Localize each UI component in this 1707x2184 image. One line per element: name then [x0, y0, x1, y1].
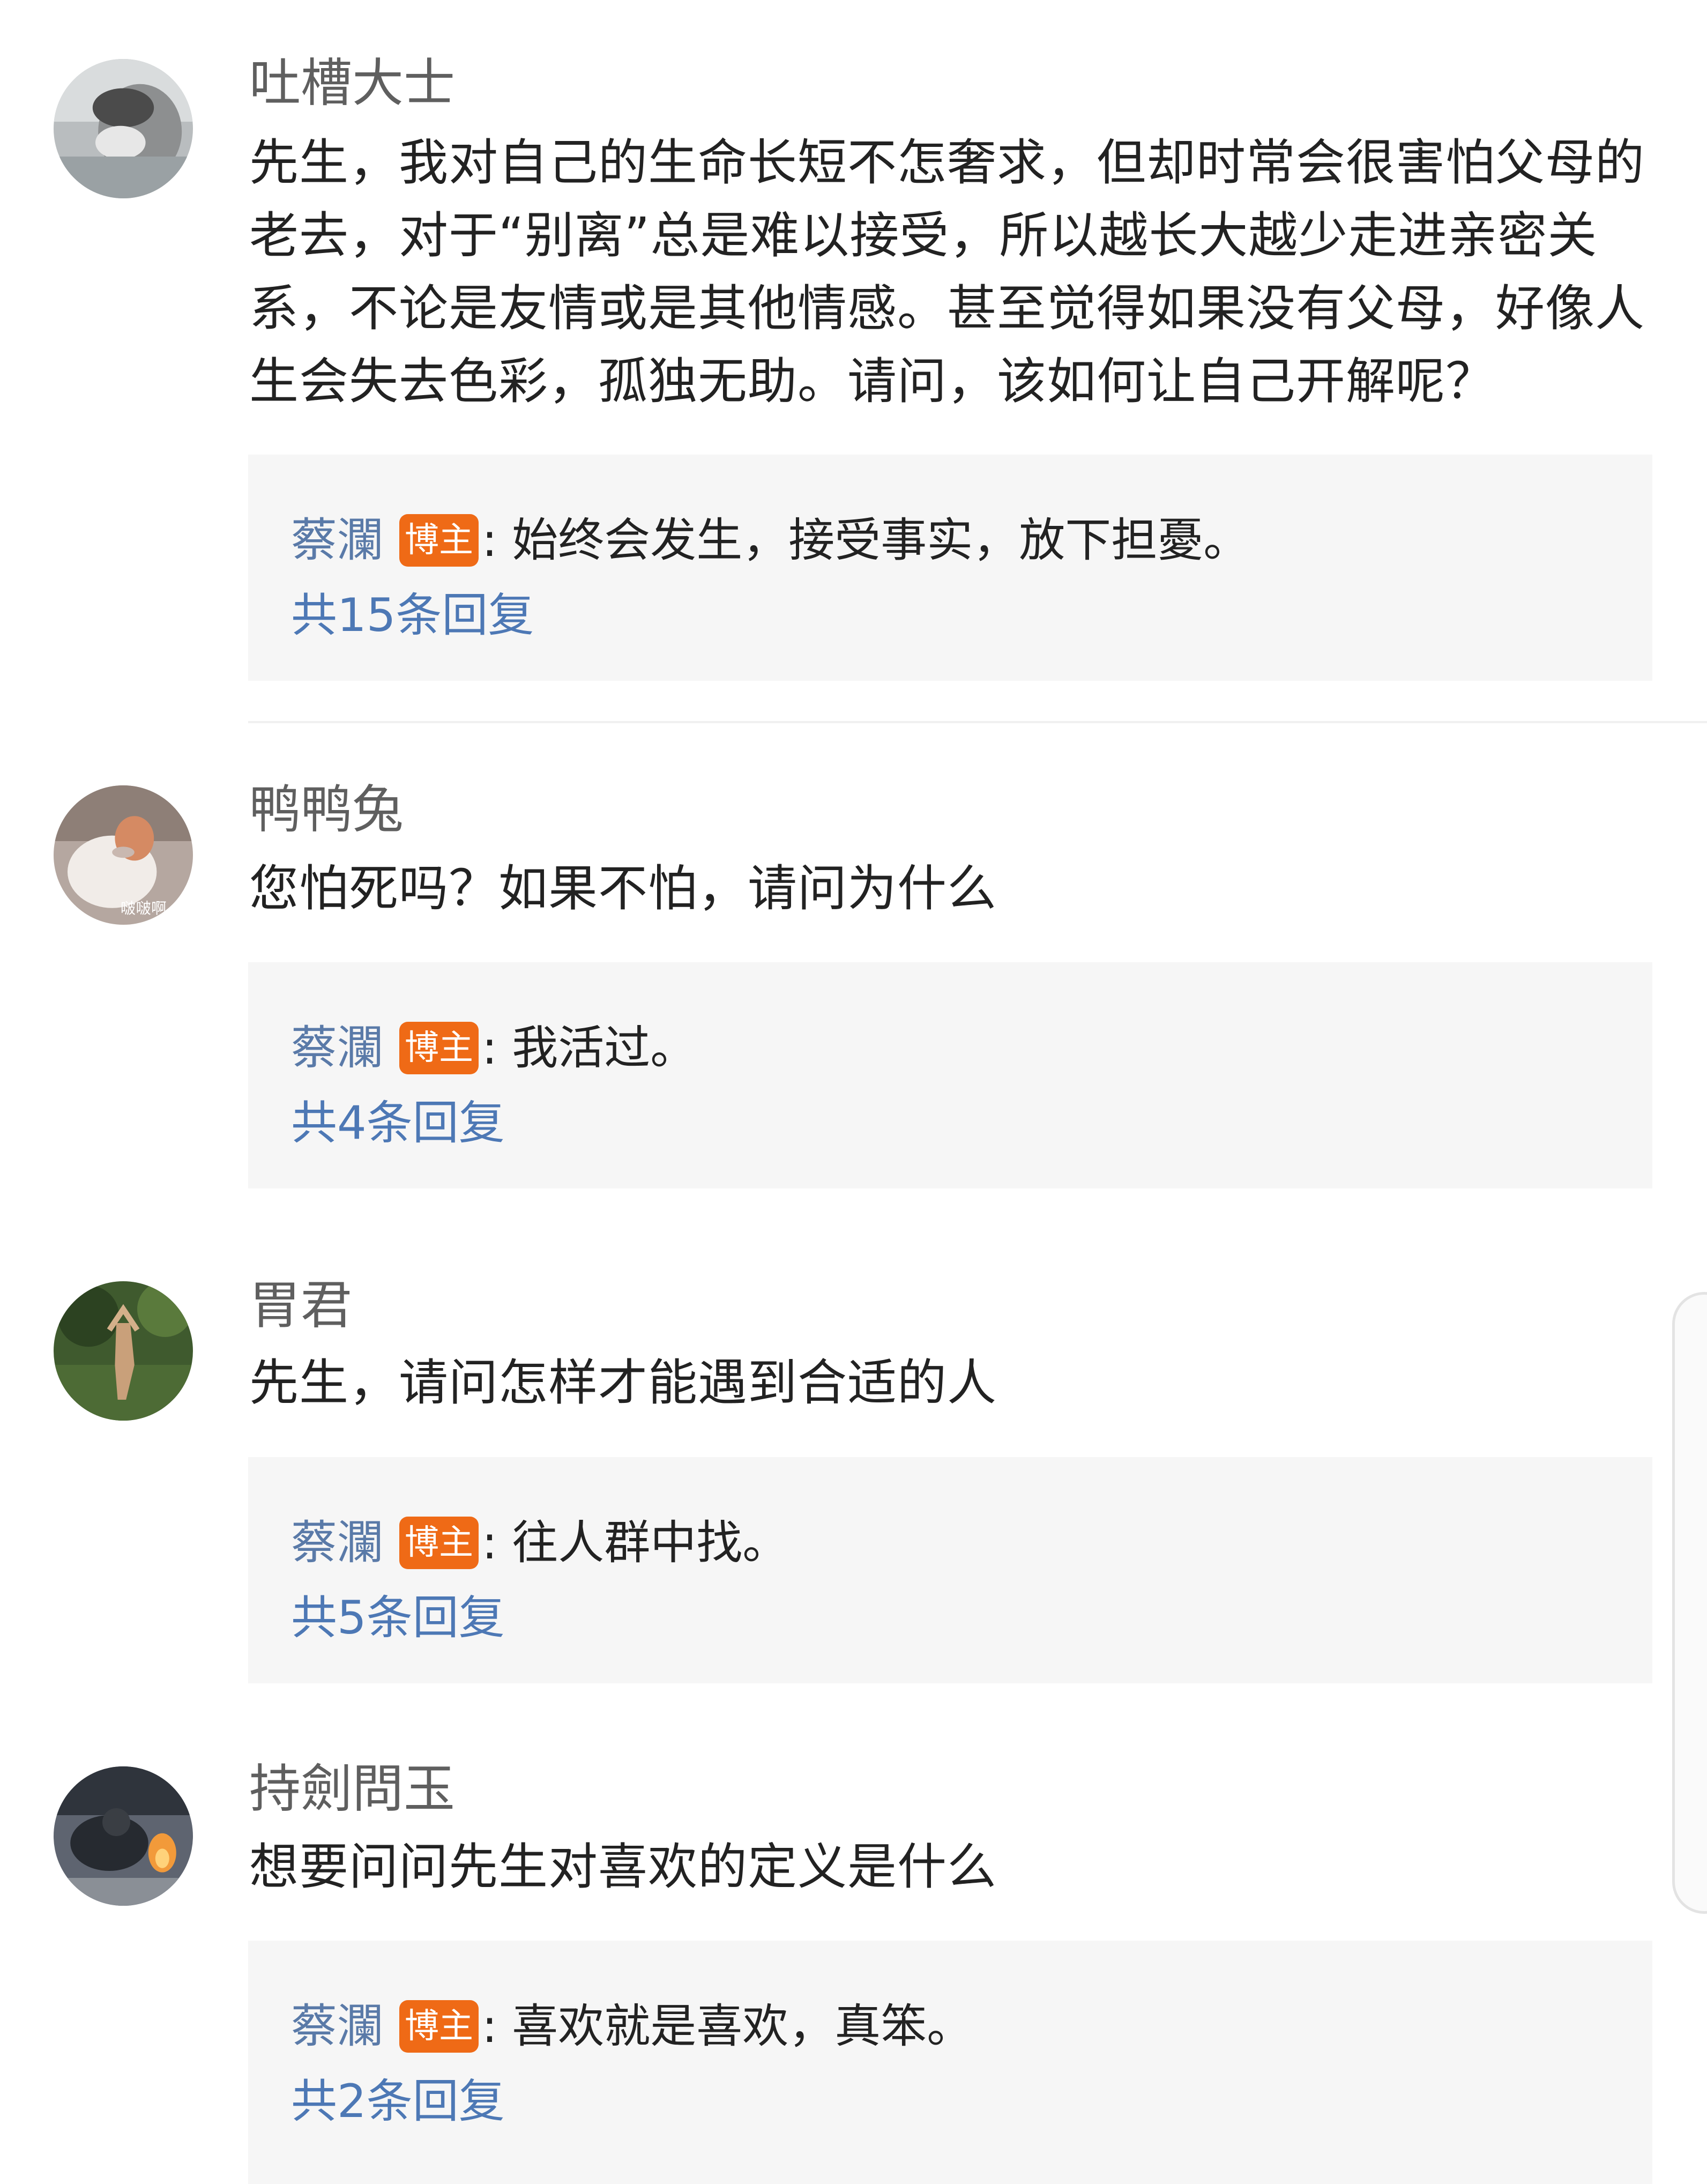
- reply-preview[interactable]: 蔡瀾 博主 : 往人群中找。 共5条回复: [248, 1457, 1652, 1683]
- avatar[interactable]: 啵啵啊: [54, 785, 193, 925]
- reply-text: : 始终会发生，接受事实，放下担憂。: [482, 514, 1250, 567]
- comment-text: 想要问问先生对喜欢的定义是什么: [249, 1838, 997, 1896]
- avatar-image: 啵啵啊: [54, 785, 193, 925]
- reply-text: : 我活过。: [482, 1021, 697, 1075]
- comment-text: 您怕死吗？如果不怕，请问为什么: [249, 860, 997, 917]
- comment-text: 先生，请问怎样才能遇到合适的人: [249, 1354, 997, 1412]
- reply-author[interactable]: 蔡瀾: [291, 1511, 383, 1575]
- avatar[interactable]: [54, 1281, 193, 1421]
- reply-line: 蔡瀾 博主 : 喜欢就是喜欢，真笨。: [291, 1994, 973, 2059]
- blogger-badge: 博主: [399, 2000, 479, 2053]
- blogger-badge: 博主: [399, 514, 479, 567]
- reply-author[interactable]: 蔡瀾: [291, 1994, 383, 2059]
- reply-author[interactable]: 蔡瀾: [291, 1016, 383, 1080]
- divider: [248, 721, 1707, 723]
- username[interactable]: 胃君: [249, 1271, 352, 1340]
- avatar-caption: 啵啵啊: [121, 899, 167, 917]
- username[interactable]: 持劍問玉: [249, 1754, 455, 1824]
- reply-count-link[interactable]: 共5条回复: [291, 1586, 505, 1650]
- floating-side-handle[interactable]: [1672, 1292, 1707, 1914]
- username[interactable]: 吐槽大士: [249, 48, 455, 118]
- avatar-image: [54, 1766, 193, 1906]
- reply-preview[interactable]: 蔡瀾 博主 : 始终会发生，接受事实，放下担憂。 共15条回复: [248, 455, 1652, 681]
- reply-line: 蔡瀾 博主 : 我活过。: [291, 1016, 696, 1080]
- comment-text: 先生，我对自己的生命长短不怎奢求，但却时常会很害怕父母的老去，对于“别离”总是难…: [249, 134, 1645, 410]
- avatar[interactable]: [54, 59, 193, 198]
- reply-preview[interactable]: 蔡瀾 博主 : 喜欢就是喜欢，真笨。 共2条回复: [248, 1941, 1652, 2184]
- reply-count-link[interactable]: 共4条回复: [291, 1091, 505, 1155]
- avatar-image: [54, 1281, 193, 1421]
- reply-text: : 往人群中找。: [482, 1516, 789, 1570]
- avatar-image: [54, 59, 193, 198]
- reply-count-link[interactable]: 共2条回复: [291, 2069, 505, 2134]
- reply-count-link[interactable]: 共15条回复: [291, 583, 534, 648]
- blogger-badge: 博主: [399, 1517, 479, 1569]
- blogger-badge: 博主: [399, 1022, 479, 1074]
- reply-author[interactable]: 蔡瀾: [291, 508, 383, 573]
- username[interactable]: 鸭鸭兔: [249, 775, 404, 844]
- reply-line: 蔡瀾 博主 : 始终会发生，接受事实，放下担憂。: [291, 508, 1249, 573]
- reply-line: 蔡瀾 博主 : 往人群中找。: [291, 1511, 788, 1575]
- reply-preview[interactable]: 蔡瀾 博主 : 我活过。 共4条回复: [248, 962, 1652, 1188]
- comment-feed: 吐槽大士 先生，我对自己的生命长短不怎奢求，但却时常会很害怕父母的老去，对于“别…: [0, 0, 1707, 2184]
- avatar[interactable]: [54, 1766, 193, 1906]
- reply-text: : 喜欢就是喜欢，真笨。: [482, 2000, 973, 2053]
